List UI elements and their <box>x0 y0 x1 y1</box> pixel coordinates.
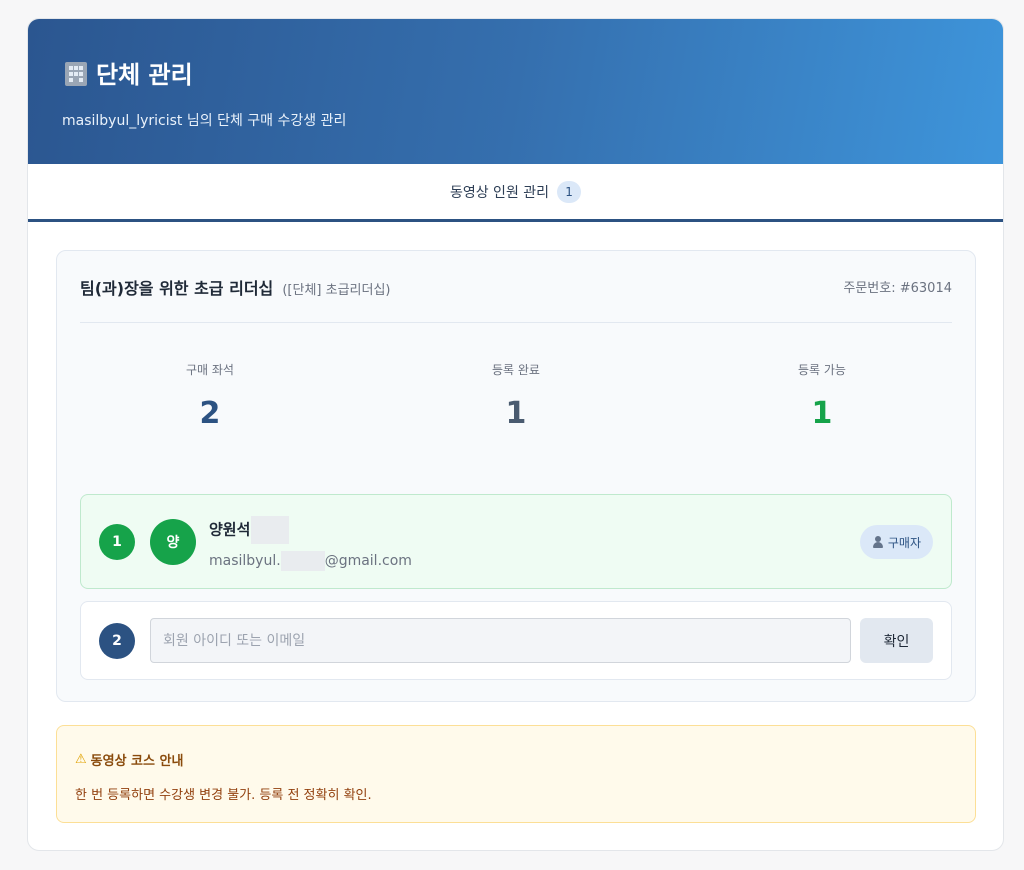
course-tag: ([단체] 초급리더십) <box>282 282 391 298</box>
building-icon <box>62 60 88 86</box>
stat-label: 등록 가능 <box>797 363 846 377</box>
stat-label: 구매 좌석 <box>186 363 234 377</box>
page-title: 단체 관리 <box>62 55 969 90</box>
notice-text: 한 번 등록하면 수강생 변경 불가. 등록 전 정확히 확인. <box>75 788 372 803</box>
tab-video-members[interactable]: 동영상 인원 관리 1 <box>449 180 582 203</box>
redacted-block <box>280 551 325 571</box>
tab-bar: 동영상 인원 관리 1 <box>28 164 1003 222</box>
stat-label: 등록 완료 <box>491 363 540 377</box>
page-header: 단체 관리 masilbyul_lyricist 님의 단체 구매 수강생 관리 <box>28 19 1003 164</box>
email-prefix: masilbyul. <box>209 553 281 569</box>
stat-available: 등록 가능 1 <box>669 361 975 431</box>
warning-icon: ⚠ <box>75 752 87 767</box>
member-email: masilbyul. @gmail.com <box>209 551 412 571</box>
stat-purchased-seats: 구매 좌석 2 <box>57 361 363 431</box>
page-subtitle: masilbyul_lyricist 님의 단체 구매 수강생 관리 <box>62 113 347 129</box>
email-suffix: @gmail.com <box>324 553 412 569</box>
member-name-text: 양원석 <box>209 520 251 539</box>
notice-box: ⚠ 동영상 코스 안내 한 번 등록하면 수강생 변경 불가. 등록 전 정확히… <box>56 725 976 823</box>
buyer-badge-label: 구매자 <box>887 535 921 550</box>
stat-value: 1 <box>811 396 833 431</box>
course-title-group: 팀(과)장을 위한 초급 리더십 ([단체] 초급리더십) <box>80 275 391 299</box>
course-header: 팀(과)장을 위한 초급 리더십 ([단체] 초급리더십) 주문번호: #630… <box>80 251 952 323</box>
course-title: 팀(과)장을 위한 초급 리더십 <box>80 278 274 298</box>
member-name: 양원석 <box>209 516 290 544</box>
tab-label: 동영상 인원 관리 <box>449 184 550 201</box>
course-panel: 팀(과)장을 위한 초급 리더십 ([단체] 초급리더십) 주문번호: #630… <box>56 250 976 702</box>
notice-title-text: 동영상 코스 안내 <box>90 754 184 769</box>
stat-value: 1 <box>505 396 527 431</box>
group-management-card: 단체 관리 masilbyul_lyricist 님의 단체 구매 수강생 관리… <box>27 18 1004 851</box>
buyer-badge: 구매자 <box>859 525 933 559</box>
slot-number: 2 <box>99 622 135 659</box>
member-row: 1 양 양원석 masilbyul. @gmail.com 구매자 <box>80 494 952 589</box>
avatar: 양 <box>150 518 196 565</box>
stat-value: 2 <box>199 396 221 431</box>
slot-number: 1 <box>99 523 135 560</box>
seat-stats: 구매 좌석 2 등록 완료 1 등록 가능 1 <box>57 361 975 431</box>
new-member-row: 2 확인 <box>80 601 952 680</box>
member-id-input[interactable] <box>150 618 851 663</box>
person-icon <box>872 536 884 548</box>
stat-registered: 등록 완료 1 <box>363 361 669 431</box>
confirm-button[interactable]: 확인 <box>860 618 933 663</box>
page-title-text: 단체 관리 <box>96 61 193 89</box>
redacted-block <box>251 516 290 544</box>
order-number: 주문번호: #63014 <box>843 281 952 296</box>
tab-count-badge: 1 <box>557 180 582 203</box>
notice-title: ⚠ 동영상 코스 안내 <box>75 750 957 769</box>
